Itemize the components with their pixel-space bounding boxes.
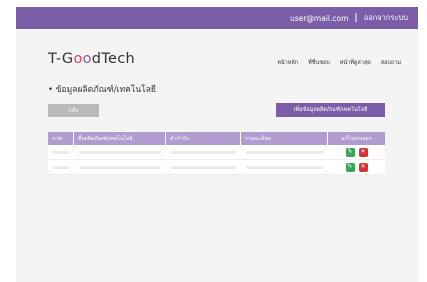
top-bar: user@mail.com | ออกจากระบบ (16, 7, 418, 29)
page-title: • ข้อมูลผลิตภัณฑ์/เทคโนโลยี (48, 85, 156, 95)
col-header-details: รายละเอียด (241, 132, 328, 145)
logout-link[interactable]: ออกจากระบบ (364, 12, 408, 24)
nav-item-recent[interactable]: หน้าที่ดูล่าสุด (340, 59, 371, 67)
nav-item-favorites[interactable]: ที่ชื่นชอบ (308, 59, 330, 67)
x-icon[interactable]: ✕ (358, 147, 368, 157)
col-header-actions: แก้ไข/ลบออก (341, 135, 372, 142)
col-header-name: ชื่อผลิตภัณฑ์/เทคโนโลยี (74, 132, 166, 145)
nav-item-home[interactable]: หน้าหลัก (277, 59, 298, 67)
main-content: T-GoodTech หน้าหลัก ที่ชื่นชอบ หน้าที่ดู… (16, 29, 418, 282)
cell-placeholder (53, 165, 69, 169)
back-button[interactable]: กลับ (48, 104, 99, 117)
table-header: ภาพ ชื่อผลิตภัณฑ์/เทคโนโลยี คำกำกับ รายล… (48, 132, 385, 145)
cell-placeholder (171, 150, 236, 154)
nav-item-inquiry[interactable]: สอบถาม (381, 59, 401, 67)
col-header-caption: คำกำกับ (166, 132, 241, 145)
product-table: ภาพ ชื่อผลิตภัณฑ์/เทคโนโลยี คำกำกับ รายล… (48, 132, 385, 175)
cell-placeholder (246, 165, 323, 169)
pencil-icon[interactable]: ✎ (345, 162, 355, 172)
cell-placeholder (171, 165, 236, 169)
add-product-button[interactable]: เพิ่มข้อมูลผลิตภัณฑ์/เทคโนโลยี (276, 103, 385, 117)
brand-logo[interactable]: T-GoodTech (48, 51, 135, 67)
table-row: ✎ ✕ (48, 145, 385, 160)
pencil-icon[interactable]: ✎ (345, 147, 355, 157)
x-icon[interactable]: ✕ (358, 162, 368, 172)
user-email[interactable]: user@mail.com (290, 14, 348, 23)
cell-placeholder (79, 150, 161, 154)
cell-placeholder (246, 150, 323, 154)
col-header-image: ภาพ (48, 132, 74, 145)
main-nav: หน้าหลัก ที่ชื่นชอบ หน้าที่ดูล่าสุด สอบถ… (277, 59, 401, 67)
cell-placeholder (79, 165, 161, 169)
table-row: ✎ ✕ (48, 160, 385, 175)
topbar-separator: | (354, 13, 358, 23)
cell-placeholder (53, 150, 69, 154)
